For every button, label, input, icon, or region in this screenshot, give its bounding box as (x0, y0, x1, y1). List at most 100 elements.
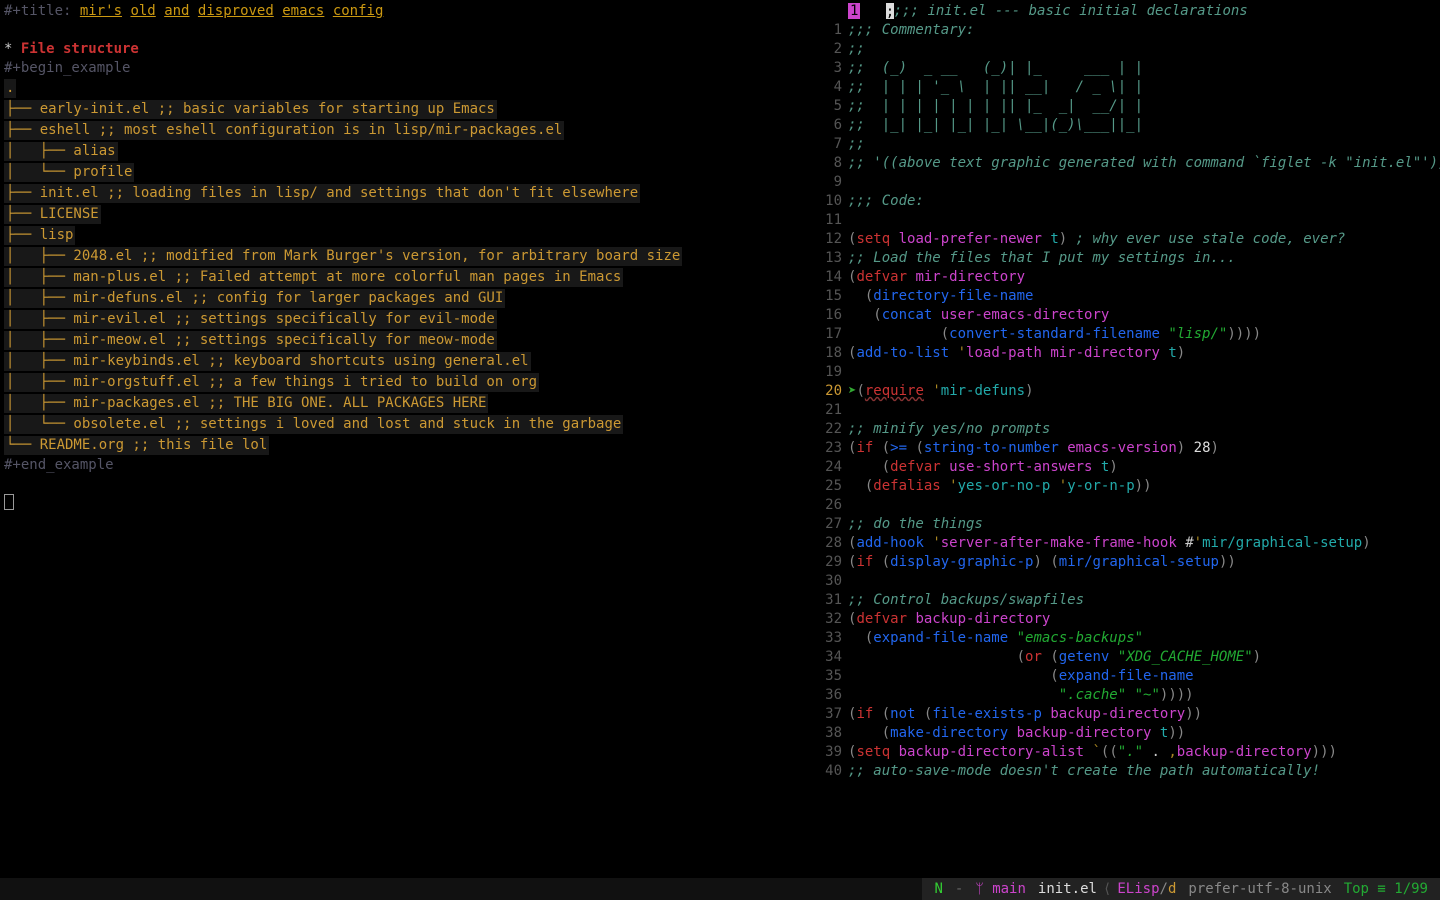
code-line[interactable]: 30 (810, 572, 1440, 591)
tree-line: │ ├── mir-orgstuff.el ;; a few things i … (4, 373, 539, 392)
code-line[interactable]: 6;; |_| |_| |_| |_| \__|(_)\___||_| (810, 116, 1440, 135)
line-number: 31 (810, 591, 848, 610)
code-line[interactable]: 11 (810, 211, 1440, 230)
line-number (810, 2, 848, 21)
tree-line: . (4, 79, 16, 98)
tree-line: └── README.org ;; this file lol (4, 436, 269, 455)
code-line[interactable]: 26 (810, 496, 1440, 515)
code-line[interactable]: 2;; (810, 40, 1440, 59)
code-line[interactable]: 37(if (not (file-exists-p backup-directo… (810, 705, 1440, 724)
line-number: 6 (810, 116, 848, 135)
line-number: 13 (810, 249, 848, 268)
code-line[interactable]: 16 (concat user-emacs-directory (810, 306, 1440, 325)
code-line[interactable]: 20➤(require 'mir-defuns) (810, 382, 1440, 401)
tree-line: ├── lisp (4, 226, 75, 245)
code-line[interactable]: 9 (810, 173, 1440, 192)
major-mode: ELisp/d (1111, 880, 1182, 899)
tree-line: │ ├── mir-packages.el ;; THE BIG ONE. AL… (4, 394, 488, 413)
line-number: 14 (810, 268, 848, 287)
code-line[interactable]: 8;; '((above text graphic generated with… (810, 154, 1440, 173)
line-number: 20 (810, 382, 848, 401)
line-number: 26 (810, 496, 848, 515)
mode-indicator: N (928, 880, 948, 899)
line-number: 15 (810, 287, 848, 306)
code-line[interactable]: 21 (810, 401, 1440, 420)
code-line[interactable]: 40;; auto-save-mode doesn't create the p… (810, 762, 1440, 781)
line-number: 1 (810, 21, 848, 40)
line-number: 35 (810, 667, 848, 686)
position: Top ≡ 1/99 (1338, 880, 1434, 899)
code-line[interactable]: 13;; Load the files that I put my settin… (810, 249, 1440, 268)
line-number: 17 (810, 325, 848, 344)
tree-line: ├── early-init.el ;; basic variables for… (4, 100, 497, 119)
code-line[interactable]: 34 (or (getenv "XDG_CACHE_HOME") (810, 648, 1440, 667)
modeline-sep: - (949, 880, 969, 899)
line-number: 29 (810, 553, 848, 572)
line-number: 22 (810, 420, 848, 439)
cursor (4, 494, 806, 516)
tree-line: │ ├── mir-meow.el ;; settings specifical… (4, 331, 497, 350)
line-number: 16 (810, 306, 848, 325)
line-number: 19 (810, 363, 848, 382)
line-number: 24 (810, 458, 848, 477)
code-line[interactable]: 15 (directory-file-name (810, 287, 1440, 306)
code-line[interactable]: 10;;; Code: (810, 192, 1440, 211)
code-line[interactable]: 4;; | | | '_ \ | || __| / _ \| | (810, 78, 1440, 97)
code-line[interactable]: 38 (make-directory backup-directory t)) (810, 724, 1440, 743)
line-number: 27 (810, 515, 848, 534)
org-title: #+title: mir's old and disproved emacs c… (4, 2, 806, 21)
code-line[interactable]: 22;; minify yes/no prompts (810, 420, 1440, 439)
code-line[interactable]: 17 (convert-standard-filename "lisp/")))… (810, 325, 1440, 344)
line-number: 10 (810, 192, 848, 211)
line-number: 18 (810, 344, 848, 363)
code-line[interactable]: 1;;; Commentary: (810, 21, 1440, 40)
tree-line: │ └── obsolete.el ;; settings i loved an… (4, 415, 623, 434)
line-number: 28 (810, 534, 848, 553)
code-line[interactable]: 5;; | | | | | | | || |_ _| __/| | (810, 97, 1440, 116)
line-number: 11 (810, 211, 848, 230)
code-line[interactable]: 14(defvar mir-directory (810, 268, 1440, 287)
tree-line: │ ├── mir-keybinds.el ;; keyboard shortc… (4, 352, 531, 371)
code-line[interactable]: 33 (expand-file-name "emacs-backups" (810, 629, 1440, 648)
line-number: 39 (810, 743, 848, 762)
line-number: 5 (810, 97, 848, 116)
line-number: 21 (810, 401, 848, 420)
line-number: 40 (810, 762, 848, 781)
tree-line: │ ├── mir-defuns.el ;; config for larger… (4, 289, 505, 308)
code-line[interactable]: 7;; (810, 135, 1440, 154)
left-pane[interactable]: #+title: mir's old and disproved emacs c… (0, 0, 810, 870)
code-line[interactable]: 28(add-hook 'server-after-make-frame-hoo… (810, 534, 1440, 553)
code-line[interactable]: 24 (defvar use-short-answers t) (810, 458, 1440, 477)
code-line[interactable]: 3;; (_) _ __ (_)| |_ ___ | | (810, 59, 1440, 78)
code-line[interactable]: 12(setq load-prefer-newer t) ; why ever … (810, 230, 1440, 249)
tree-line: │ ├── mir-evil.el ;; settings specifical… (4, 310, 497, 329)
line-number: 2 (810, 40, 848, 59)
line-number: 3 (810, 59, 848, 78)
org-heading: * File structure (4, 40, 806, 59)
point-cursor: ; (886, 3, 894, 19)
line-number: 4 (810, 78, 848, 97)
code-line[interactable]: 23(if (>= (string-to-number emacs-versio… (810, 439, 1440, 458)
code-line[interactable]: 32(defvar backup-directory (810, 610, 1440, 629)
code-line[interactable]: 1 ;;;; init.el --- basic initial declara… (810, 2, 1440, 21)
code-line[interactable]: 36 ".cache" "~")))) (810, 686, 1440, 705)
code-line[interactable]: 31;; Control backups/swapfiles (810, 591, 1440, 610)
line-number: 12 (810, 230, 848, 249)
tree-line: ├── LICENSE (4, 205, 101, 224)
separator-icon: ⟨ (1103, 880, 1111, 899)
line-number: 38 (810, 724, 848, 743)
code-line[interactable]: 27;; do the things (810, 515, 1440, 534)
code-line[interactable]: 18(add-to-list 'load-path mir-directory … (810, 344, 1440, 363)
modeline: N - ᛘ main init.el ⟨ ELisp/d prefer-utf-… (0, 878, 1440, 900)
right-pane[interactable]: 1 ;;;; init.el --- basic initial declara… (810, 0, 1440, 870)
code-line[interactable]: 35 (expand-file-name (810, 667, 1440, 686)
code-line[interactable]: 19 (810, 363, 1440, 382)
line-number: 25 (810, 477, 848, 496)
begin-example: #+begin_example (4, 59, 806, 78)
code-line[interactable]: 25 (defalias 'yes-or-no-p 'y-or-n-p)) (810, 477, 1440, 496)
line-number: 34 (810, 648, 848, 667)
code-line[interactable]: 29(if (display-graphic-p) (mir/graphical… (810, 553, 1440, 572)
line-number: 23 (810, 439, 848, 458)
line-number: 32 (810, 610, 848, 629)
code-line[interactable]: 39(setq backup-directory-alist `(("." . … (810, 743, 1440, 762)
